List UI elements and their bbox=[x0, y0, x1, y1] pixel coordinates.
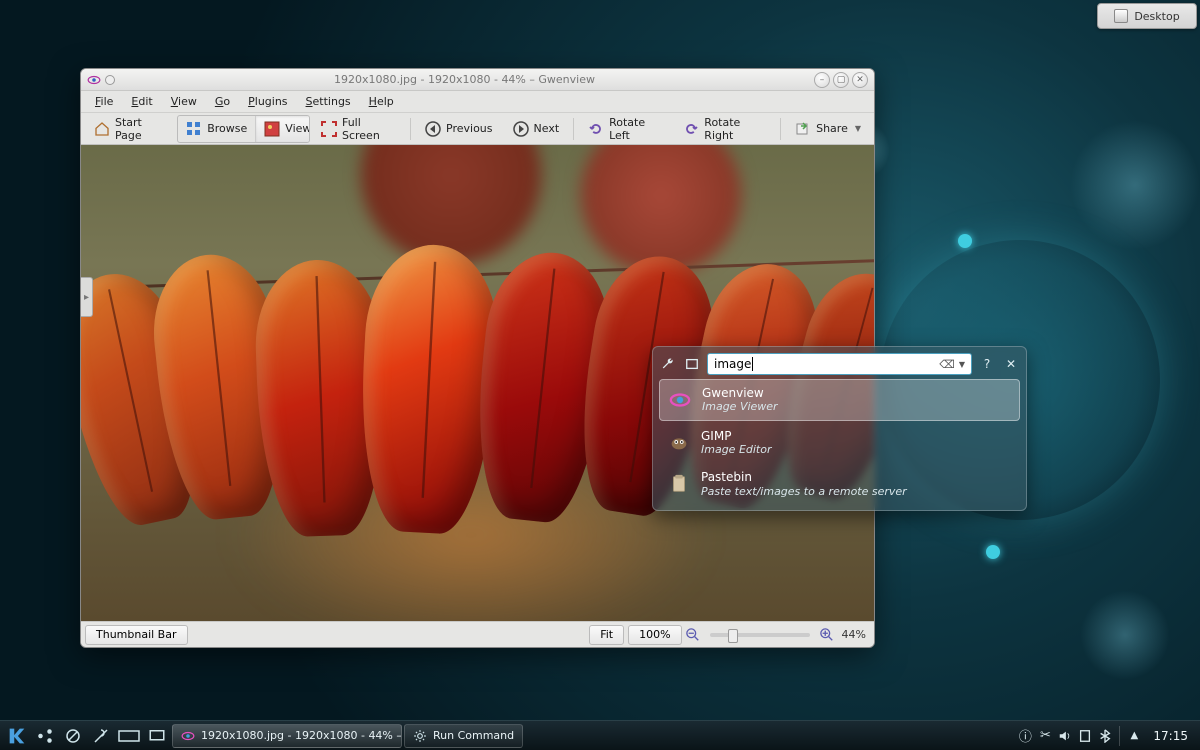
menu-settings[interactable]: Settings bbox=[298, 93, 359, 110]
rotate-right-icon bbox=[683, 121, 699, 137]
pager-icon[interactable] bbox=[116, 723, 142, 749]
close-icon[interactable]: ✕ bbox=[1002, 355, 1020, 373]
clear-icon[interactable]: ⌫ bbox=[939, 358, 955, 371]
menu-view[interactable]: View bbox=[163, 93, 205, 110]
notes-icon[interactable] bbox=[60, 723, 86, 749]
view-mode-group: Browse View bbox=[177, 115, 310, 143]
chevron-down-icon: ▼ bbox=[855, 124, 861, 133]
thumbnail-bar-button[interactable]: Thumbnail Bar bbox=[85, 625, 188, 645]
desktop-icon bbox=[1114, 9, 1128, 23]
image-icon bbox=[264, 121, 280, 137]
statusbar: Thumbnail Bar Fit 100% 44% bbox=[81, 621, 874, 647]
gear-icon bbox=[413, 729, 427, 743]
zoom-in-icon[interactable] bbox=[820, 628, 834, 642]
krunner-results: GwenviewImage Viewer GIMPImage Editor Pa… bbox=[659, 379, 1020, 504]
rotate-left-button[interactable]: Rotate Left bbox=[579, 116, 672, 142]
gimp-icon bbox=[667, 430, 691, 454]
krunner-search-input[interactable]: image ⌫▼ bbox=[707, 353, 972, 375]
fit-button[interactable]: Fit bbox=[589, 625, 624, 645]
wrench-icon[interactable] bbox=[659, 355, 677, 373]
pastebin-icon bbox=[667, 472, 691, 496]
krunner-result-gwenview[interactable]: GwenviewImage Viewer bbox=[659, 379, 1020, 421]
rotate-right-button[interactable]: Rotate Right bbox=[674, 116, 775, 142]
grid-icon bbox=[186, 121, 202, 137]
next-button[interactable]: Next bbox=[504, 116, 569, 142]
kickoff-launcher[interactable] bbox=[4, 723, 30, 749]
next-icon bbox=[513, 121, 529, 137]
sidebar-handle[interactable]: ▸ bbox=[81, 277, 93, 317]
tray-expand-icon[interactable]: ▲ bbox=[1125, 727, 1143, 745]
taskbar: 1920x1080.jpg - 1920x1080 - 44% – G… Run… bbox=[0, 720, 1200, 750]
menu-go[interactable]: Go bbox=[207, 93, 238, 110]
menu-file[interactable]: File bbox=[87, 93, 121, 110]
zoom-percent: 44% bbox=[842, 628, 866, 641]
krunner-dialog: image ⌫▼ ? ✕ GwenviewImage Viewer GIMPIm… bbox=[652, 346, 1027, 511]
taskbar-task-krunner[interactable]: Run Command bbox=[404, 724, 523, 748]
window-title: 1920x1080.jpg - 1920x1080 - 44% – Gwenvi… bbox=[115, 73, 814, 86]
volume-tray-icon[interactable] bbox=[1056, 727, 1074, 745]
menubar: File Edit View Go Plugins Settings Help bbox=[81, 91, 874, 113]
krunner-result-pastebin[interactable]: PastebinPaste text/images to a remote se… bbox=[659, 464, 1020, 504]
toolbar: Start Page Browse View Full Screen Previ… bbox=[81, 113, 874, 145]
taskbar-task-gwenview[interactable]: 1920x1080.jpg - 1920x1080 - 44% – G… bbox=[172, 724, 402, 748]
app-icon bbox=[87, 73, 101, 87]
menu-plugins[interactable]: Plugins bbox=[240, 93, 295, 110]
device-tray-icon[interactable] bbox=[1076, 727, 1094, 745]
bluetooth-tray-icon[interactable] bbox=[1096, 727, 1114, 745]
rotate-left-icon bbox=[588, 121, 604, 137]
zoom-slider[interactable] bbox=[710, 633, 810, 637]
share-icon bbox=[795, 121, 811, 137]
help-icon[interactable]: ? bbox=[978, 355, 996, 373]
home-icon bbox=[94, 121, 110, 137]
desktop-label: Desktop bbox=[1134, 10, 1179, 23]
menu-edit[interactable]: Edit bbox=[123, 93, 160, 110]
activity-manager-icon[interactable] bbox=[32, 723, 58, 749]
klipper-tray-icon[interactable]: ✂ bbox=[1036, 727, 1054, 745]
previous-icon bbox=[425, 121, 441, 137]
share-button[interactable]: Share ▼ bbox=[786, 116, 870, 142]
start-page-button[interactable]: Start Page bbox=[85, 116, 175, 142]
close-button[interactable]: ✕ bbox=[852, 72, 868, 88]
pin-icon[interactable] bbox=[105, 75, 115, 85]
gwenview-icon bbox=[181, 729, 195, 743]
zoom-100-button[interactable]: 100% bbox=[628, 625, 681, 645]
zoom-out-icon[interactable] bbox=[686, 628, 700, 642]
info-tray-icon[interactable]: ⓘ bbox=[1016, 727, 1034, 745]
minimize-button[interactable]: – bbox=[814, 72, 830, 88]
maximize-button[interactable]: ▢ bbox=[833, 72, 849, 88]
browse-button[interactable]: Browse bbox=[178, 116, 256, 142]
titlebar[interactable]: 1920x1080.jpg - 1920x1080 - 44% – Gwenvi… bbox=[81, 69, 874, 91]
menu-help[interactable]: Help bbox=[361, 93, 402, 110]
fullscreen-icon bbox=[321, 121, 337, 137]
gwenview-icon bbox=[668, 388, 692, 412]
desktop-toolbox-button[interactable]: Desktop bbox=[1097, 3, 1197, 29]
activity-icon[interactable] bbox=[683, 355, 701, 373]
tools-icon[interactable] bbox=[88, 723, 114, 749]
view-button[interactable]: View bbox=[256, 116, 310, 142]
fullscreen-button[interactable]: Full Screen bbox=[312, 116, 405, 142]
show-desktop-icon[interactable] bbox=[144, 723, 170, 749]
clock[interactable]: 17:15 bbox=[1145, 729, 1196, 743]
previous-button[interactable]: Previous bbox=[416, 116, 502, 142]
chevron-down-icon[interactable]: ▼ bbox=[959, 360, 965, 369]
krunner-result-gimp[interactable]: GIMPImage Editor bbox=[659, 423, 1020, 463]
